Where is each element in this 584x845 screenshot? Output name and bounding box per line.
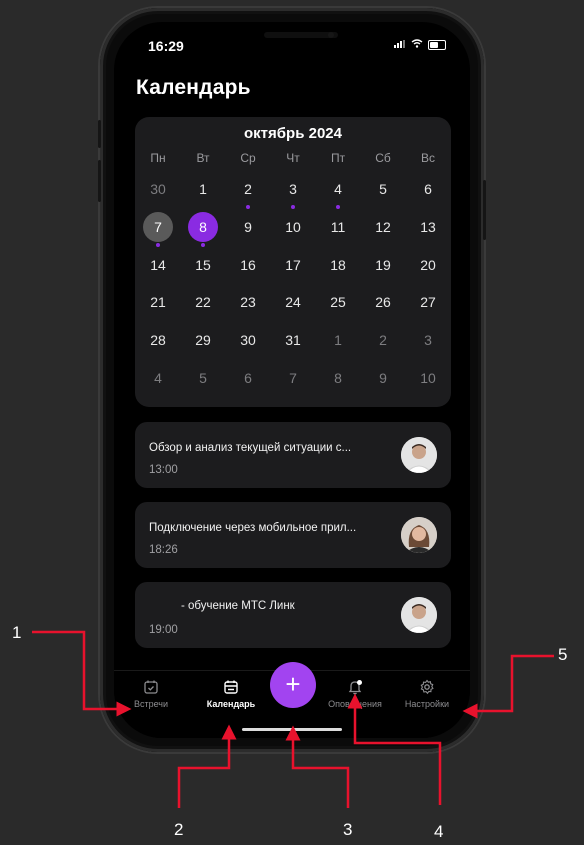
arrow-2: [177, 724, 237, 808]
callout-2: 2: [174, 820, 184, 839]
arrow-4: [347, 693, 442, 805]
arrow-3: [285, 725, 350, 808]
callout-3: 3: [343, 820, 353, 839]
callout-1: 1: [12, 623, 22, 642]
callout-5: 5: [558, 645, 568, 664]
arrow-5: [462, 654, 554, 719]
callout-4: 4: [434, 822, 444, 841]
annotation-arrows: [32, 630, 554, 808]
arrow-1: [32, 630, 132, 717]
